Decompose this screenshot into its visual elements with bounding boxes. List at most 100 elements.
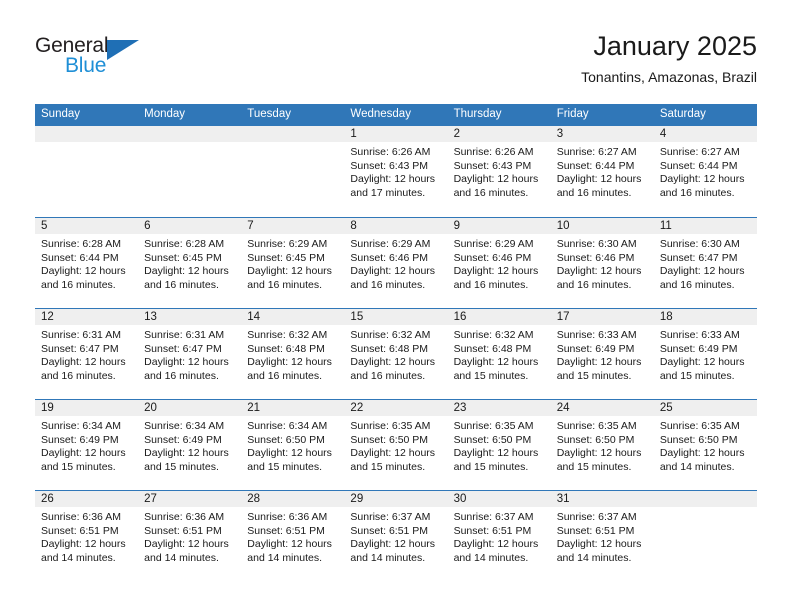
day-sunrise-text: Sunrise: 6:32 AM <box>350 329 431 341</box>
day-number: 7 <box>241 218 345 234</box>
calendar-day-cell[interactable]: 15 Sunrise: 6:32 AM Sunset: 6:48 PM Dayligh… <box>344 308 448 399</box>
day-cell-inner: 29 Sunrise: 6:37 AM Sunset: 6:51 PM Dayligh… <box>344 490 448 581</box>
day-sunset-text: Sunset: 6:48 PM <box>453 342 532 355</box>
day-details: Sunrise: 6:37 AM Sunset: 6:51 PM Daylight:… <box>448 507 551 565</box>
calendar-day-cell[interactable]: 30 Sunrise: 6:37 AM Sunset: 6:51 PM Dayligh… <box>447 490 551 581</box>
calendar-day-cell[interactable]: 28 Sunrise: 6:36 AM Sunset: 6:51 PM Dayligh… <box>241 490 345 581</box>
day-sunrise-text: Sunrise: 6:31 AM <box>41 329 121 341</box>
day-details: Sunrise: 6:32 AM Sunset: 6:48 PM Daylight:… <box>344 325 447 383</box>
calendar-day-cell[interactable]: 16 Sunrise: 6:32 AM Sunset: 6:48 PM Dayligh… <box>447 308 551 399</box>
day-sunset-text: Sunset: 6:43 PM <box>453 159 532 172</box>
calendar-day-cell[interactable]: 8 Sunrise: 6:29 AM Sunset: 6:46 PM Daylight… <box>344 217 448 308</box>
calendar-day-cell[interactable]: 31 Sunrise: 6:37 AM Sunset: 6:51 PM Dayligh… <box>550 490 654 581</box>
calendar-day-cell[interactable]: 11 Sunrise: 6:30 AM Sunset: 6:47 PM Dayligh… <box>653 217 757 308</box>
day-sunset-text: Sunset: 6:51 PM <box>144 524 222 537</box>
day-details: Sunrise: 6:31 AM Sunset: 6:47 PM Daylight:… <box>138 325 241 383</box>
calendar-body: 1 Sunrise: 6:26 AM Sunset: 6:43 PM Daylight… <box>35 126 757 581</box>
calendar-day-cell[interactable]: 9 Sunrise: 6:29 AM Sunset: 6:46 PM Daylight… <box>447 217 551 308</box>
calendar-day-cell[interactable]: 24 Sunrise: 6:35 AM Sunset: 6:50 PM Dayligh… <box>550 399 654 490</box>
day-daylight1-text: Daylight: 12 hours <box>144 356 229 369</box>
day-sunset-text: Sunset: 6:50 PM <box>453 433 532 446</box>
day-cell-inner: 30 Sunrise: 6:37 AM Sunset: 6:51 PM Dayligh… <box>447 490 551 581</box>
day-sunrise-text: Sunrise: 6:33 AM <box>659 329 740 341</box>
sunrise-sunset-calendar: Sunday Monday Tuesday Wednesday Thursday… <box>35 104 757 581</box>
day-daylight2-text: and 14 minutes. <box>144 551 219 564</box>
weekday-header-friday: Friday <box>550 104 654 126</box>
day-daylight2-text: and 14 minutes. <box>453 551 529 564</box>
calendar-day-cell[interactable]: 2 Sunrise: 6:26 AM Sunset: 6:43 PM Daylight… <box>447 126 551 217</box>
day-daylight1-text: Daylight: 12 hours <box>453 356 539 369</box>
day-number: 28 <box>241 491 345 507</box>
page-header: General Blue January 2025 Tonantins, Ama… <box>35 30 757 96</box>
day-details: Sunrise: 6:36 AM Sunset: 6:51 PM Daylight:… <box>138 507 241 565</box>
day-details: Sunrise: 6:35 AM Sunset: 6:50 PM Daylight:… <box>551 416 654 474</box>
day-daylight2-text: and 15 minutes. <box>556 369 632 382</box>
calendar-day-cell[interactable]: 4 Sunrise: 6:27 AM Sunset: 6:44 PM Daylight… <box>653 126 757 217</box>
day-sunset-text: Sunset: 6:51 PM <box>247 524 325 537</box>
calendar-day-cell[interactable]: 25 Sunrise: 6:35 AM Sunset: 6:50 PM Dayligh… <box>653 399 757 490</box>
calendar-day-cell[interactable]: 18 Sunrise: 6:33 AM Sunset: 6:49 PM Dayligh… <box>653 308 757 399</box>
calendar-day-cell[interactable]: 29 Sunrise: 6:37 AM Sunset: 6:51 PM Dayligh… <box>344 490 448 581</box>
day-details: Sunrise: 6:34 AM Sunset: 6:50 PM Daylight:… <box>241 416 344 474</box>
day-details: Sunrise: 6:37 AM Sunset: 6:51 PM Daylight:… <box>344 507 447 565</box>
calendar-day-cell[interactable]: 26 Sunrise: 6:36 AM Sunset: 6:51 PM Dayligh… <box>35 490 139 581</box>
day-number <box>138 126 242 142</box>
day-number: 3 <box>550 126 654 142</box>
day-sunset-text: Sunset: 6:48 PM <box>247 342 325 355</box>
calendar-day-cell[interactable]: 21 Sunrise: 6:34 AM Sunset: 6:50 PM Dayligh… <box>241 399 345 490</box>
day-number: 9 <box>447 218 551 234</box>
day-number: 11 <box>653 218 757 234</box>
day-daylight1-text: Daylight: 12 hours <box>144 265 229 278</box>
calendar-day-cell[interactable]: 22 Sunrise: 6:35 AM Sunset: 6:50 PM Dayligh… <box>344 399 448 490</box>
day-daylight1-text: Daylight: 12 hours <box>350 447 436 460</box>
day-details: Sunrise: 6:35 AM Sunset: 6:50 PM Daylight:… <box>448 416 551 474</box>
day-details: Sunrise: 6:30 AM Sunset: 6:47 PM Daylight:… <box>654 234 757 292</box>
day-cell-inner: 28 Sunrise: 6:36 AM Sunset: 6:51 PM Dayligh… <box>241 490 345 581</box>
day-sunrise-text: Sunrise: 6:29 AM <box>247 238 328 250</box>
day-cell-inner: 5 Sunrise: 6:28 AM Sunset: 6:44 PM Daylight… <box>35 217 139 308</box>
calendar-day-cell[interactable]: 3 Sunrise: 6:27 AM Sunset: 6:44 PM Daylight… <box>550 126 654 217</box>
day-daylight2-text: and 14 minutes. <box>247 551 322 564</box>
day-details: Sunrise: 6:27 AM Sunset: 6:44 PM Daylight:… <box>551 142 654 200</box>
day-number: 10 <box>550 218 654 234</box>
day-sunrise-text: Sunrise: 6:35 AM <box>659 420 740 432</box>
day-daylight2-text: and 15 minutes. <box>453 460 529 473</box>
day-details: Sunrise: 6:31 AM Sunset: 6:47 PM Daylight:… <box>35 325 138 383</box>
calendar-day-cell[interactable]: 10 Sunrise: 6:30 AM Sunset: 6:46 PM Dayligh… <box>550 217 654 308</box>
calendar-day-cell <box>653 490 757 581</box>
day-sunset-text: Sunset: 6:49 PM <box>659 342 738 355</box>
calendar-week-row: 1 Sunrise: 6:26 AM Sunset: 6:43 PM Daylight… <box>35 126 757 217</box>
weekday-header-sunday: Sunday <box>35 104 139 126</box>
day-daylight1-text: Daylight: 12 hours <box>247 538 332 551</box>
day-number <box>35 126 139 142</box>
day-sunset-text: Sunset: 6:46 PM <box>556 251 635 264</box>
page-title: January 2025 <box>593 31 757 61</box>
calendar-day-cell[interactable]: 23 Sunrise: 6:35 AM Sunset: 6:50 PM Dayligh… <box>447 399 551 490</box>
day-daylight2-text: and 15 minutes. <box>144 460 219 473</box>
calendar-day-cell[interactable]: 27 Sunrise: 6:36 AM Sunset: 6:51 PM Dayligh… <box>138 490 242 581</box>
calendar-day-cell[interactable]: 19 Sunrise: 6:34 AM Sunset: 6:49 PM Dayligh… <box>35 399 139 490</box>
day-daylight1-text: Daylight: 12 hours <box>41 447 126 460</box>
day-number: 27 <box>138 491 242 507</box>
day-sunset-text: Sunset: 6:51 PM <box>453 524 532 537</box>
day-daylight1-text: Daylight: 12 hours <box>247 265 332 278</box>
calendar-day-cell[interactable]: 6 Sunrise: 6:28 AM Sunset: 6:45 PM Daylight… <box>138 217 242 308</box>
day-cell-inner: 15 Sunrise: 6:32 AM Sunset: 6:48 PM Dayligh… <box>344 308 448 399</box>
day-daylight1-text: Daylight: 12 hours <box>659 265 745 278</box>
calendar-day-cell[interactable]: 1 Sunrise: 6:26 AM Sunset: 6:43 PM Daylight… <box>344 126 448 217</box>
general-blue-logo[interactable]: General Blue <box>35 34 165 86</box>
day-sunrise-text: Sunrise: 6:34 AM <box>144 420 225 432</box>
calendar-day-cell[interactable]: 20 Sunrise: 6:34 AM Sunset: 6:49 PM Dayligh… <box>138 399 242 490</box>
day-daylight1-text: Daylight: 12 hours <box>144 538 229 551</box>
calendar-day-cell[interactable]: 17 Sunrise: 6:33 AM Sunset: 6:49 PM Dayligh… <box>550 308 654 399</box>
calendar-week-row: 5 Sunrise: 6:28 AM Sunset: 6:44 PM Daylight… <box>35 217 757 308</box>
calendar-day-cell[interactable]: 13 Sunrise: 6:31 AM Sunset: 6:47 PM Dayligh… <box>138 308 242 399</box>
calendar-day-cell[interactable]: 5 Sunrise: 6:28 AM Sunset: 6:44 PM Daylight… <box>35 217 139 308</box>
day-number: 24 <box>550 400 654 416</box>
calendar-day-cell[interactable]: 14 Sunrise: 6:32 AM Sunset: 6:48 PM Dayligh… <box>241 308 345 399</box>
calendar-day-cell[interactable]: 12 Sunrise: 6:31 AM Sunset: 6:47 PM Dayligh… <box>35 308 139 399</box>
calendar-day-cell[interactable]: 7 Sunrise: 6:29 AM Sunset: 6:45 PM Daylight… <box>241 217 345 308</box>
day-details: Sunrise: 6:33 AM Sunset: 6:49 PM Daylight:… <box>551 325 654 383</box>
day-sunset-text: Sunset: 6:50 PM <box>556 433 635 446</box>
day-sunrise-text: Sunrise: 6:28 AM <box>41 238 121 250</box>
